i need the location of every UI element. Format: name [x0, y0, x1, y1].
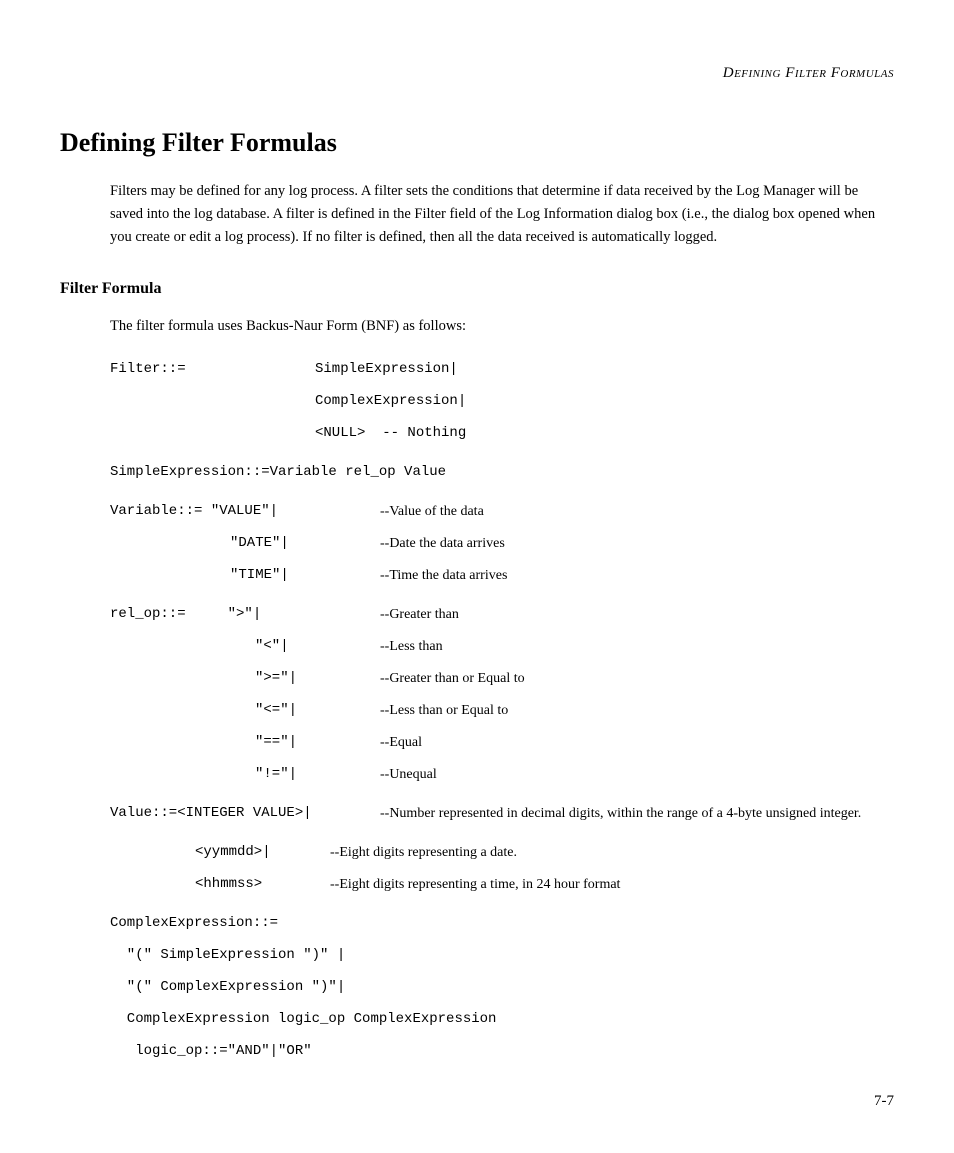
- bnf-relop-code: "!="|: [255, 764, 380, 785]
- bnf-value-code: <hhmmss>: [195, 874, 330, 895]
- bnf-relop-code: "<="|: [255, 700, 380, 721]
- bnf-filter-lhs: Filter::=: [110, 359, 315, 380]
- page-title: Defining Filter Formulas: [60, 123, 894, 162]
- bnf-filter-opt: <NULL> -- Nothing: [315, 423, 466, 444]
- running-header: Defining Filter Formulas: [60, 62, 894, 85]
- bnf-value-desc: --Number represented in decimal digits, …: [370, 803, 894, 824]
- bnf-relop-lhs: rel_op::= ">"|: [110, 604, 380, 625]
- bnf-grammar-block: Filter::= SimpleExpression| ComplexExpre…: [110, 359, 894, 1062]
- bnf-relop-desc: --Greater than or Equal to: [380, 668, 894, 689]
- bnf-relop-desc: --Greater than: [380, 604, 894, 625]
- section-heading: Filter Formula: [60, 277, 894, 301]
- bnf-relop-desc: --Less than or Equal to: [380, 700, 894, 721]
- bnf-variable-desc: --Value of the data: [380, 501, 894, 522]
- bnf-variable-desc: --Time the data arrives: [380, 565, 894, 586]
- bnf-value-desc: --Eight digits representing a time, in 2…: [330, 874, 894, 895]
- bnf-complex-line: "(" ComplexExpression ")"|: [110, 977, 894, 998]
- bnf-relop-desc: --Less than: [380, 636, 894, 657]
- bnf-variable-code: "DATE"|: [230, 533, 380, 554]
- bnf-value-desc: --Eight digits representing a date.: [330, 842, 894, 863]
- bnf-variable-desc: --Date the data arrives: [380, 533, 894, 554]
- bnf-value-lhs: Value::=<INTEGER VALUE>|: [110, 803, 370, 824]
- intro-paragraph: Filters may be defined for any log proce…: [110, 180, 894, 250]
- bnf-filter-opt: ComplexExpression|: [315, 391, 466, 412]
- bnf-relop-desc: --Unequal: [380, 764, 894, 785]
- bnf-relop-code: ">="|: [255, 668, 380, 689]
- section-intro: The filter formula uses Backus-Naur Form…: [110, 316, 894, 338]
- bnf-relop-code: "<"|: [255, 636, 380, 657]
- bnf-complex-line: logic_op::="AND"|"OR": [110, 1041, 894, 1062]
- bnf-relop-code: "=="|: [255, 732, 380, 753]
- bnf-relop-desc: --Equal: [380, 732, 894, 753]
- page-number: 7-7: [60, 1090, 894, 1113]
- bnf-variable-code: "TIME"|: [230, 565, 380, 586]
- bnf-complex-lhs: ComplexExpression::=: [110, 913, 278, 934]
- bnf-simple-expression: SimpleExpression::=Variable rel_op Value: [110, 462, 446, 483]
- bnf-complex-line: ComplexExpression logic_op ComplexExpres…: [110, 1009, 894, 1030]
- bnf-complex-line: "(" SimpleExpression ")" |: [110, 945, 894, 966]
- bnf-variable-lhs: Variable::= "VALUE"|: [110, 501, 380, 522]
- bnf-value-code: <yymmdd>|: [195, 842, 330, 863]
- bnf-filter-opt: SimpleExpression|: [315, 359, 458, 380]
